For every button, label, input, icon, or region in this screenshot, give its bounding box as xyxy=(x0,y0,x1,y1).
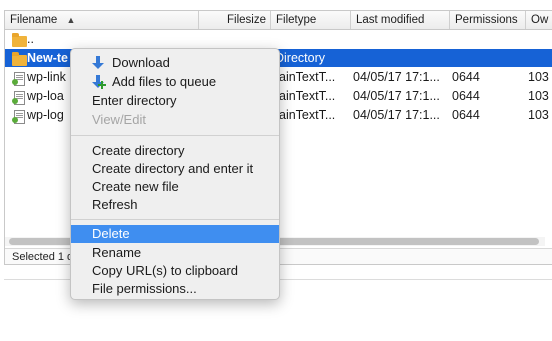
file-type: ainTextT... xyxy=(279,70,336,84)
menu-item-file-permissions[interactable]: File permissions... xyxy=(71,280,279,298)
file-permissions: 0644 xyxy=(452,89,480,103)
file-permissions: 0644 xyxy=(452,108,480,122)
folder-icon xyxy=(9,51,27,66)
file-owner: 103 xyxy=(528,108,549,122)
file-owner: 103 xyxy=(528,70,549,84)
menu-item-label: Download xyxy=(112,55,170,70)
column-owner[interactable]: Ow xyxy=(526,11,552,29)
download-icon xyxy=(91,56,105,70)
file-owner: 103 xyxy=(528,89,549,103)
php-file-icon xyxy=(9,70,25,86)
menu-item-view-edit: View/Edit xyxy=(92,112,146,127)
menu-item-delete[interactable]: Delete xyxy=(71,225,279,243)
menu-item-add-to-queue[interactable]: Add files to queue xyxy=(71,73,279,91)
menu-item-download[interactable]: Download xyxy=(71,54,279,72)
menu-item-label: Add files to queue xyxy=(112,74,217,89)
sort-ascending-icon: ▲ xyxy=(66,15,76,25)
column-filesize[interactable]: Filesize xyxy=(199,11,271,29)
menu-separator xyxy=(71,135,279,136)
file-type: ainTextT... xyxy=(279,89,336,103)
file-name: .. xyxy=(27,32,34,46)
menu-item-create-directory-enter[interactable]: Create directory and enter it xyxy=(71,160,279,178)
file-row-parent[interactable]: .. xyxy=(5,30,552,48)
php-file-icon xyxy=(9,108,25,124)
file-modified: 04/05/17 17:1... xyxy=(353,70,440,84)
menu-item-create-directory[interactable]: Create directory xyxy=(71,142,279,160)
add-to-queue-icon xyxy=(91,75,106,89)
column-filename[interactable]: Filename ▲ xyxy=(5,11,199,29)
menu-item-copy-url[interactable]: Copy URL(s) to clipboard xyxy=(71,262,279,280)
file-permissions: 0644 xyxy=(452,70,480,84)
context-menu: Download Add files to queue Enter direct… xyxy=(70,48,280,300)
menu-separator xyxy=(71,219,279,220)
folder-icon xyxy=(9,32,27,47)
column-filename-label: Filename xyxy=(10,14,58,26)
column-filetype[interactable]: Filetype xyxy=(271,11,351,29)
menu-item-refresh[interactable]: Refresh xyxy=(71,196,279,214)
menu-item-rename[interactable]: Rename xyxy=(71,244,279,262)
column-last-modified[interactable]: Last modified xyxy=(351,11,450,29)
selection-status: Selected 1 d xyxy=(12,251,74,263)
file-modified: 04/05/17 17:1... xyxy=(353,89,440,103)
menu-item-enter-directory[interactable]: Enter directory xyxy=(71,92,279,110)
file-modified: 04/05/17 17:1... xyxy=(353,108,440,122)
file-type: Directory xyxy=(275,51,326,65)
menu-item-create-new-file[interactable]: Create new file xyxy=(71,178,279,196)
php-file-icon xyxy=(9,89,25,105)
file-type: ainTextT... xyxy=(279,108,336,122)
file-list-header: Filename ▲ Filesize Filetype Last modifi… xyxy=(5,11,552,30)
column-permissions[interactable]: Permissions xyxy=(450,11,526,29)
